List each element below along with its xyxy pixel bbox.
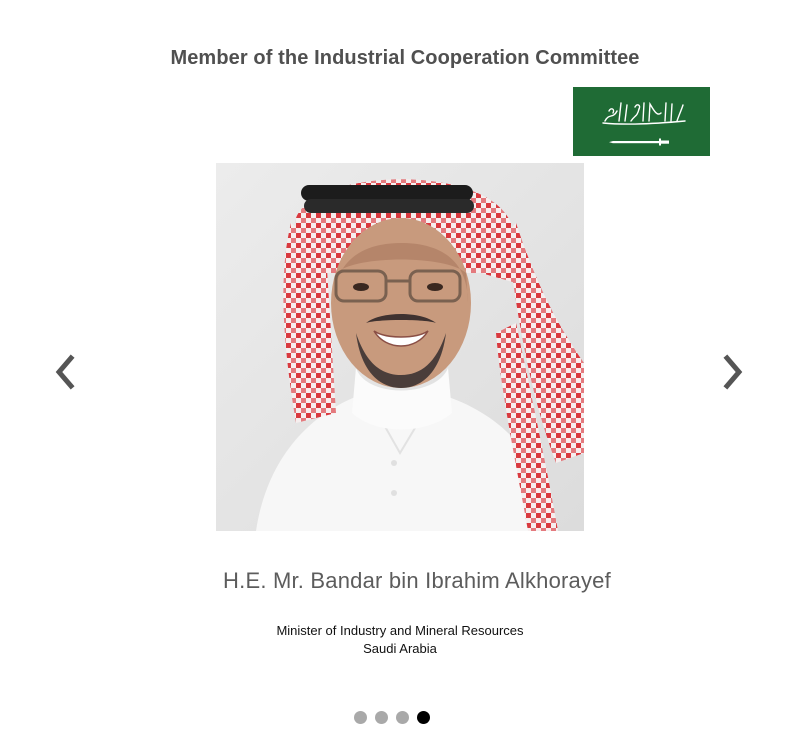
member-position: Minister of Industry and Mineral Resourc… bbox=[276, 623, 524, 638]
member-portrait bbox=[216, 163, 584, 531]
carousel-dot-3[interactable] bbox=[396, 710, 409, 724]
carousel-prev-button[interactable] bbox=[50, 350, 80, 394]
chevron-left-icon bbox=[55, 354, 75, 390]
carousel-dot-4[interactable] bbox=[417, 710, 430, 724]
saudi-flag-icon bbox=[573, 87, 710, 156]
chevron-right-icon bbox=[723, 354, 743, 390]
carousel-next-button[interactable] bbox=[718, 350, 748, 394]
member-name: H.E. Mr. Bandar bin Ibrahim Alkhorayef bbox=[223, 568, 611, 593]
carousel-dot-2[interactable] bbox=[375, 710, 388, 724]
carousel-dot-1[interactable] bbox=[354, 710, 367, 724]
member-country: Saudi Arabia bbox=[363, 641, 437, 656]
carousel-pagination bbox=[354, 710, 430, 724]
page-title: Member of the Industrial Cooperation Com… bbox=[170, 47, 640, 69]
